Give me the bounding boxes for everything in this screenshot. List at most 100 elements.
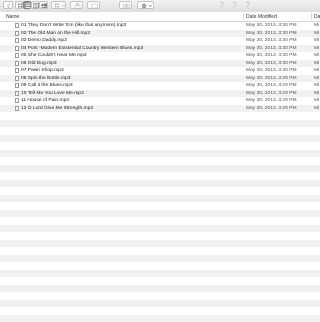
audio-file-icon [15,38,19,43]
empty-row [0,270,320,278]
file-row[interactable]: 06 Old Dog.mp3 May 30, 2013, 3:30 PM Mi [0,60,320,68]
empty-row [0,172,320,180]
file-extra-column: Mi [314,91,319,96]
file-date-modified: May 30, 2013, 3:29 PM [246,98,297,103]
column-divider[interactable] [243,13,244,20]
empty-row [0,150,320,158]
file-name: 03 Demo Daddy.mp3 [21,38,67,43]
file-name: 01 They Don't Write 'Em (like that anymo… [21,23,126,28]
empty-row [0,180,320,188]
empty-row [0,202,320,210]
file-row[interactable]: 05 She Couldn't Hear Me.mp3 May 30, 2013,… [0,52,320,60]
file-name: 08 Spin the Bottle.mp3 [21,76,70,81]
file-extra-column: Mi [314,23,319,28]
empty-row [0,225,320,233]
tags-button[interactable] [87,1,100,9]
audio-file-icon [15,53,19,58]
empty-row [0,247,320,255]
column-header-date-modified[interactable]: Date Modified [246,14,277,20]
empty-row [0,285,320,293]
action-button[interactable] [137,1,154,9]
file-date-modified: May 30, 2013, 3:29 PM [246,91,297,96]
column-header-extra[interactable]: Da [314,14,320,20]
file-date-modified: May 30, 2013, 3:30 PM [246,23,297,28]
file-name: 11 House of Pain.mp3 [21,98,69,103]
list-header: Name Date Modified Da [0,12,320,22]
file-row[interactable]: 11 House of Pain.mp3 May 30, 2013, 3:29 P… [0,97,320,105]
quicklook-button[interactable] [119,1,132,9]
audio-file-icon [15,23,19,28]
file-name: 06 Old Dog.mp3 [21,61,57,66]
file-row[interactable]: 09 Call it the Blues.mp3 May 30, 2013, 3:… [0,82,320,90]
file-row[interactable]: 01 They Don't Write 'Em (like that anymo… [0,22,320,30]
file-extra-column: Mi [314,53,319,58]
file-row[interactable]: 02 The Old Man on the Hill.mp3 May 30, 20… [0,30,320,38]
file-extra-column: Mi [314,31,319,36]
view-list-button[interactable] [23,1,31,9]
chevron-left-icon [4,2,14,10]
view-coverflow-button[interactable] [39,1,48,9]
coverflow-icon [40,2,49,10]
file-date-modified: May 30, 2013, 3:30 PM [246,53,297,58]
file-name: 10 Tell Me You Love Me.mp3 [21,91,84,96]
file-extra-column: Mi [314,83,319,88]
empty-row [0,195,320,203]
audio-file-icon [15,106,19,111]
file-extra-column: Mi [314,46,319,51]
file-row[interactable]: 03 Demo Daddy.mp3May 30, 2013, 3:30 PMMi [0,37,320,45]
audio-file-icon [15,31,19,36]
empty-row [0,277,320,285]
empty-row [0,255,320,263]
svg-text:?: ? [232,0,237,10]
eye-icon [120,2,133,10]
file-row[interactable]: 10 Tell Me You Love Me.mp3 May 30, 2013, … [0,90,320,98]
file-name: 12 O Lord Give Me Strength.mp3 [21,106,93,111]
empty-row [0,120,320,128]
column-header-name[interactable]: Name [6,14,19,20]
tag-icon [88,2,101,10]
file-row[interactable]: 08 Spin the Bottle.mp3May 30, 2013, 3:29… [0,75,320,83]
file-name: 05 She Couldn't Hear Me.mp3 [21,53,87,58]
empty-row [0,307,320,315]
file-date-modified: May 30, 2013, 3:30 PM [246,46,297,51]
back-button[interactable] [3,1,13,9]
arrange-button[interactable] [51,1,66,9]
empty-row [0,165,320,173]
empty-row [0,300,320,308]
audio-file-icon [15,83,19,88]
file-extra-column: Mi [314,98,319,103]
audio-file-icon [15,91,19,96]
arrange-icon [52,2,67,10]
file-name: 07 Pawn Shop.mp3 [21,68,64,73]
view-icons-button[interactable] [15,1,23,9]
file-name: 09 Call it the Blues.mp3 [21,83,73,88]
empty-row [0,157,320,165]
file-date-modified: May 30, 2013, 3:30 PM [246,38,297,43]
empty-row [0,292,320,300]
audio-file-icon [15,68,19,73]
empty-row [0,210,320,218]
file-extra-column: Mi [314,68,319,73]
column-divider[interactable] [311,13,312,20]
file-date-modified: May 30, 2013, 3:30 PM [246,31,297,36]
audio-file-icon [15,46,19,51]
view-columns-button[interactable] [31,1,39,9]
file-row[interactable]: 07 Pawn Shop.mp3May 30, 2013, 3:30 PMMi [0,67,320,75]
empty-row [0,217,320,225]
empty-row [0,232,320,240]
file-name: 02 The Old Man on the Hill.mp3 [21,31,90,36]
file-date-modified: May 30, 2013, 3:30 PM [246,61,297,66]
file-extra-column: Mi [314,106,319,111]
file-date-modified: May 30, 2013, 3:29 PM [246,83,297,88]
share-button[interactable] [70,1,83,9]
audio-file-icon [15,76,19,81]
file-row[interactable]: 04 Post -Modern Existential Country West… [0,45,320,53]
file-row[interactable]: 12 O Lord Give Me Strength.mp3 May 30, 20… [0,105,320,113]
empty-row [0,240,320,248]
audio-file-icon [15,61,19,66]
empty-row [0,315,320,322]
file-date-modified: May 30, 2013, 3:29 PM [246,106,297,111]
empty-row [0,135,320,143]
file-extra-column: Mi [314,61,319,66]
file-extra-column: Mi [314,76,319,81]
